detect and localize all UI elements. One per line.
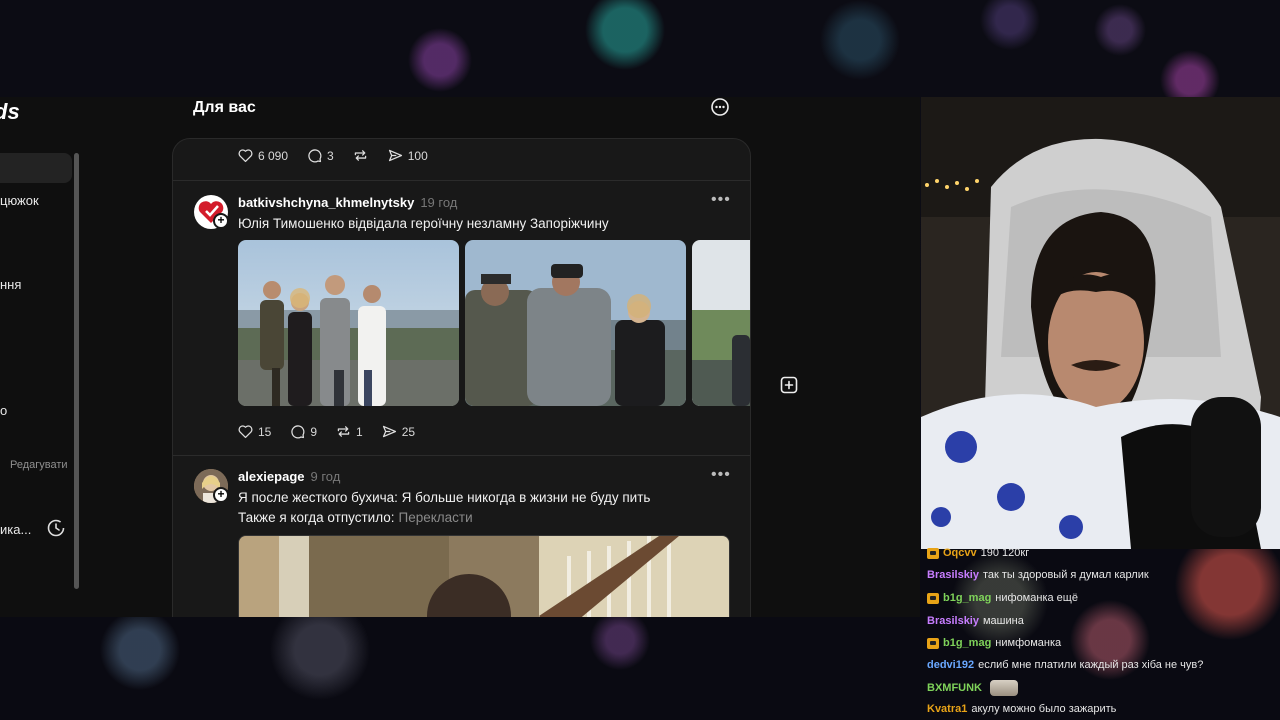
- more-options-icon[interactable]: [710, 97, 730, 117]
- post-photo[interactable]: [692, 240, 750, 406]
- chat-text: 190 120кг: [980, 547, 1030, 559]
- crown-badge-icon: [927, 637, 939, 649]
- post-time: 9 год: [310, 469, 341, 484]
- post-video[interactable]: [238, 535, 730, 617]
- post-photo[interactable]: [238, 240, 459, 406]
- chat-message: b1g_mag нимфоманка: [927, 637, 1061, 649]
- comment-count: 3: [327, 148, 334, 163]
- crown-badge-icon: [927, 592, 939, 604]
- share-icon: [388, 149, 402, 162]
- threads-window: ds цюжок ння о Редагувати ика... Для вас: [0, 97, 920, 617]
- comment-button[interactable]: 3: [306, 147, 334, 164]
- chat-message: Оqсvv 190 120кг: [927, 547, 1029, 559]
- like-count: 15: [258, 424, 272, 439]
- heart-icon: [238, 425, 253, 439]
- sidebar-item-label[interactable]: ння: [0, 277, 21, 292]
- chat-username[interactable]: b1g_mag: [943, 592, 991, 604]
- chat-text: еслиб мне платили каждый раз хіба не чув…: [978, 659, 1204, 671]
- comment-icon: [308, 149, 322, 163]
- share-button[interactable]: 100: [387, 147, 428, 164]
- share-count: 25: [401, 424, 416, 439]
- repost-button[interactable]: [352, 147, 369, 164]
- feed: 6 090 3 100 + batkivshchyna_khmelnytsky …: [172, 138, 751, 617]
- post-text-line2: Также я когда отпустило: Перекласти: [238, 510, 473, 525]
- post-text: Также я когда отпустило:: [238, 510, 395, 525]
- post-divider: [173, 180, 750, 181]
- comment-count: 9: [310, 424, 318, 439]
- stream-chat: Оqсvv 190 120кг Brasilskiy так ты здоровый …: [921, 547, 1280, 720]
- chat-text: нифоманка ещё: [995, 592, 1078, 604]
- translate-link[interactable]: Перекласти: [399, 510, 473, 525]
- username-text[interactable]: alexiepage: [238, 469, 305, 484]
- webcam-feed: [921, 97, 1280, 549]
- post-username[interactable]: alexiepage 9 год: [238, 469, 340, 484]
- photo-image: [692, 240, 750, 406]
- sidebar-edit-link[interactable]: Редагувати: [10, 459, 68, 471]
- sidebar-item-label[interactable]: ика...: [0, 522, 31, 537]
- post-username[interactable]: batkivshchyna_khmelnytsky 19 год: [238, 195, 457, 210]
- share-icon: [382, 425, 396, 438]
- post-time: 19 год: [420, 195, 458, 210]
- post-photo[interactable]: [465, 240, 686, 406]
- chat-text: так ты здоровый я думал карлик: [982, 569, 1149, 581]
- like-button[interactable]: 15: [237, 423, 271, 440]
- username-text[interactable]: batkivshchyna_khmelnytsky: [238, 195, 414, 210]
- photo-image: [465, 240, 686, 406]
- post-actions: 15 9 1 25: [237, 423, 415, 440]
- heart-icon: [238, 149, 253, 163]
- post-text: Юлія Тимошенко відвідала героїчну незлам…: [238, 216, 609, 231]
- chat-emote-icon: [990, 680, 1018, 696]
- post-menu-icon[interactable]: •••: [711, 191, 731, 209]
- sidebar-scrollbar[interactable]: [74, 153, 79, 589]
- video-frame-image: [239, 536, 729, 617]
- streamer-webcam-image: [921, 97, 1280, 549]
- sidebar-item-label[interactable]: о: [0, 403, 7, 418]
- history-icon[interactable]: [46, 518, 66, 538]
- sidebar: цюжок ння о Редагувати ика...: [0, 97, 82, 617]
- new-post-icon[interactable]: [780, 376, 798, 394]
- repost-icon: [337, 426, 350, 437]
- prev-post-actions: 6 090 3 100: [237, 147, 428, 164]
- chat-text: акулу можно было зажарить: [971, 703, 1117, 715]
- share-count: 100: [407, 148, 428, 163]
- chat-username[interactable]: Brasilskiy: [927, 615, 979, 627]
- chat-text: нимфоманка: [995, 637, 1062, 649]
- page-title: Для вас: [193, 99, 256, 116]
- chat-message: BXMFUNK: [927, 680, 1018, 696]
- chat-text: машина: [982, 615, 1024, 627]
- post-text: Я после жесткого бухича: Я больше никогд…: [238, 490, 651, 505]
- repost-icon: [354, 150, 366, 161]
- chat-message: Brasilskiy машина: [927, 615, 1024, 627]
- chat-username[interactable]: BXMFUNK: [927, 682, 982, 694]
- chat-username[interactable]: Оqсvv: [943, 547, 977, 559]
- stream-background: ds цюжок ння о Редагувати ика... Для вас: [0, 0, 1280, 720]
- like-count: 6 090: [258, 148, 289, 163]
- chat-username[interactable]: b1g_mag: [943, 637, 991, 649]
- chat-username[interactable]: dedvi192: [927, 659, 974, 671]
- comment-icon: [291, 425, 305, 439]
- crown-badge-icon: [927, 547, 939, 559]
- chat-username[interactable]: Kvatra1: [927, 703, 967, 715]
- photo-image: [238, 240, 459, 406]
- share-button[interactable]: 25: [381, 423, 415, 440]
- chat-message: Kvatra1 акулу можно было зажарить: [927, 703, 1116, 715]
- chat-message: Brasilskiy так ты здоровый я думал карлик: [927, 569, 1149, 581]
- post-divider: [173, 455, 750, 456]
- like-button[interactable]: 6 090: [237, 147, 288, 164]
- follow-plus-icon[interactable]: +: [213, 213, 229, 229]
- follow-plus-icon[interactable]: +: [213, 487, 229, 503]
- chat-message: b1g_mag нифоманка ещё: [927, 592, 1078, 604]
- sidebar-item-active[interactable]: [0, 153, 72, 183]
- sidebar-item-label[interactable]: цюжок: [0, 193, 39, 208]
- chat-username[interactable]: Brasilskiy: [927, 569, 979, 581]
- comment-button[interactable]: 9: [289, 423, 317, 440]
- repost-button[interactable]: 1: [335, 423, 363, 440]
- chat-message: dedvi192 еслиб мне платили каждый раз хіб…: [927, 659, 1203, 671]
- post-menu-icon[interactable]: •••: [711, 466, 731, 484]
- repost-count: 1: [356, 424, 363, 439]
